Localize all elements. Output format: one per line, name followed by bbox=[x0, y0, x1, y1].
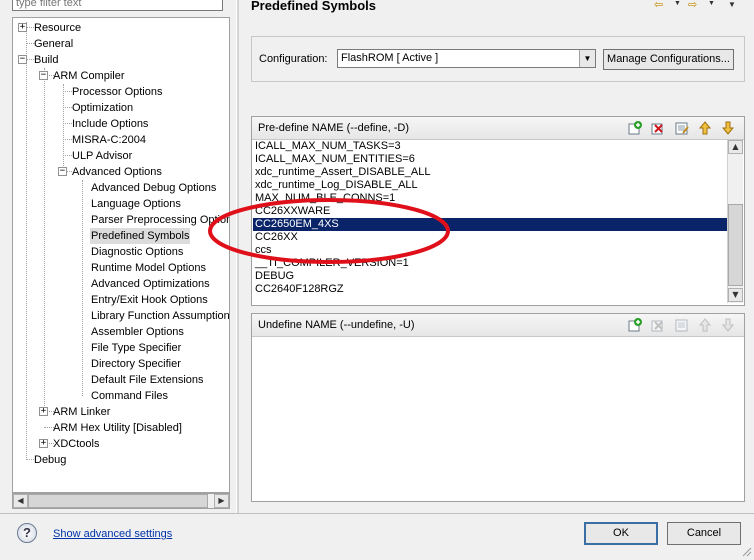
tree-item-resource[interactable]: Resource bbox=[34, 20, 81, 36]
tree-line bbox=[63, 139, 72, 140]
tree-item-library-function[interactable]: Library Function Assumptions bbox=[91, 308, 229, 324]
tree-item-debug[interactable]: Debug bbox=[34, 452, 66, 468]
list-item[interactable]: xdc_runtime_Log_DISABLE_ALL bbox=[253, 179, 727, 192]
history-navigation: ⇦ ▼ ⇨ ▼ ▼ bbox=[654, 0, 749, 14]
delete-icon bbox=[651, 320, 663, 332]
collapse-icon[interactable]: − bbox=[18, 55, 27, 64]
scroll-up-icon[interactable]: ▲ bbox=[728, 140, 743, 154]
tree-item-general[interactable]: General bbox=[34, 36, 73, 52]
tree-item-processor-options[interactable]: Processor Options bbox=[72, 84, 162, 100]
tree-item-default-file-extensions[interactable]: Default File Extensions bbox=[91, 372, 204, 388]
list-item[interactable]: DEBUG bbox=[253, 270, 727, 283]
list-item[interactable]: ICALL_MAX_NUM_TASKS=3 bbox=[253, 140, 727, 153]
tree-item-predefined-symbols[interactable]: Predefined Symbols bbox=[90, 228, 191, 244]
undefine-group: Undefine NAME (--undefine, -U) bbox=[251, 313, 745, 502]
tree-item-advanced-debug-options[interactable]: Advanced Debug Options bbox=[91, 180, 216, 196]
configuration-select[interactable]: FlashROM [ Active ] ▼ bbox=[337, 49, 596, 68]
tree-item-include-options[interactable]: Include Options bbox=[72, 116, 148, 132]
manage-configurations-button[interactable]: Manage Configurations... bbox=[603, 49, 734, 70]
tree-item-ulp-advisor[interactable]: ULP Advisor bbox=[72, 148, 132, 164]
scroll-left-icon[interactable]: ◀ bbox=[13, 494, 28, 508]
tree-item-entry-exit-hook[interactable]: Entry/Exit Hook Options bbox=[91, 292, 208, 308]
list-item[interactable]: CC2640F128RGZ bbox=[253, 283, 727, 296]
tree-item-file-type-specifier[interactable]: File Type Specifier bbox=[91, 340, 181, 356]
filter-input[interactable] bbox=[12, 0, 223, 11]
configuration-label: Configuration: bbox=[259, 53, 328, 65]
back-dropdown-icon[interactable]: ▼ bbox=[674, 0, 681, 7]
tree-line bbox=[82, 180, 83, 396]
scroll-down-icon[interactable]: ▼ bbox=[728, 288, 743, 302]
expand-icon[interactable]: + bbox=[39, 407, 48, 416]
back-arrow-icon[interactable]: ⇦ bbox=[654, 0, 663, 11]
tree-item-arm-linker[interactable]: ARM Linker bbox=[53, 404, 110, 420]
settings-tree[interactable]: + − − − + + Resource General Build ARM C… bbox=[12, 17, 230, 493]
collapse-icon[interactable]: − bbox=[58, 167, 67, 176]
tree-item-command-files[interactable]: Command Files bbox=[91, 388, 168, 404]
forward-arrow-icon[interactable]: ⇨ bbox=[688, 0, 697, 11]
tree-line bbox=[44, 68, 45, 414]
properties-dialog: + − − − + + Resource General Build ARM C… bbox=[0, 0, 754, 560]
view-menu-icon[interactable]: ▼ bbox=[728, 0, 736, 9]
predefine-header-label: Pre-define NAME (--define, -D) bbox=[258, 122, 409, 134]
undefine-header: Undefine NAME (--undefine, -U) bbox=[252, 314, 744, 337]
add-icon[interactable] bbox=[627, 317, 643, 333]
predefine-header: Pre-define NAME (--define, -D) bbox=[252, 117, 744, 140]
tree-line bbox=[63, 155, 72, 156]
collapse-icon[interactable]: − bbox=[39, 71, 48, 80]
tree-item-language-options[interactable]: Language Options bbox=[91, 196, 181, 212]
tree-item-directory-specifier[interactable]: Directory Specifier bbox=[91, 356, 181, 372]
move-up-icon bbox=[698, 318, 712, 332]
tree-line bbox=[63, 91, 72, 92]
forward-dropdown-icon[interactable]: ▼ bbox=[708, 0, 715, 7]
tree-item-build[interactable]: Build bbox=[34, 52, 58, 68]
cancel-button[interactable]: Cancel bbox=[667, 522, 741, 545]
edit-icon bbox=[675, 319, 688, 332]
show-advanced-settings-link[interactable]: Show advanced settings bbox=[53, 528, 172, 540]
tree-item-advanced-optimizations[interactable]: Advanced Optimizations bbox=[91, 276, 210, 292]
help-icon[interactable]: ? bbox=[17, 523, 37, 543]
list-item[interactable]: ICALL_MAX_NUM_ENTITIES=6 bbox=[253, 153, 727, 166]
move-down-icon bbox=[721, 318, 735, 332]
tree-horizontal-scrollbar[interactable]: ◀ ▶ bbox=[12, 493, 230, 509]
predefine-vertical-scrollbar[interactable]: ▲ ▼ bbox=[727, 140, 743, 303]
annotation-ellipse bbox=[208, 198, 450, 264]
expand-icon[interactable]: + bbox=[39, 439, 48, 448]
navigation-panel: + − − − + + Resource General Build ARM C… bbox=[0, 0, 236, 513]
tree-item-assembler-options[interactable]: Assembler Options bbox=[91, 324, 184, 340]
scroll-right-icon[interactable]: ▶ bbox=[214, 494, 229, 508]
tree-item-diagnostic-options[interactable]: Diagnostic Options bbox=[91, 244, 183, 260]
page-title: Predefined Symbols bbox=[251, 0, 376, 13]
delete-icon[interactable] bbox=[650, 120, 666, 136]
chevron-down-icon[interactable]: ▼ bbox=[579, 50, 595, 67]
tree-item-arm-hex-utility[interactable]: ARM Hex Utility [Disabled] bbox=[53, 420, 182, 436]
edit-icon[interactable] bbox=[674, 120, 690, 136]
tree-item-advanced-options[interactable]: Advanced Options bbox=[72, 164, 162, 180]
move-down-icon[interactable] bbox=[720, 120, 736, 136]
resize-grip-icon[interactable] bbox=[740, 545, 752, 557]
tree-item-arm-compiler[interactable]: ARM Compiler bbox=[53, 68, 125, 84]
undefine-header-label: Undefine NAME (--undefine, -U) bbox=[258, 319, 415, 331]
scrollbar-thumb[interactable] bbox=[728, 204, 743, 286]
tree-item-runtime-model-options[interactable]: Runtime Model Options bbox=[91, 260, 206, 276]
tree-line bbox=[26, 22, 27, 460]
tree-item-xdctools[interactable]: XDCtools bbox=[53, 436, 99, 452]
tree-item-misra[interactable]: MISRA-C:2004 bbox=[72, 132, 146, 148]
tree-item-optimization[interactable]: Optimization bbox=[72, 100, 133, 116]
add-icon[interactable] bbox=[627, 120, 643, 136]
ok-button[interactable]: OK bbox=[584, 522, 658, 545]
tree-line bbox=[63, 107, 72, 108]
list-item[interactable]: xdc_runtime_Assert_DISABLE_ALL bbox=[253, 166, 727, 179]
configuration-value: FlashROM [ Active ] bbox=[341, 52, 439, 64]
tree-line bbox=[63, 123, 72, 124]
tree-line bbox=[63, 84, 64, 174]
expand-icon[interactable]: + bbox=[18, 23, 27, 32]
move-up-icon[interactable] bbox=[697, 120, 713, 136]
scrollbar-thumb[interactable] bbox=[28, 494, 208, 508]
